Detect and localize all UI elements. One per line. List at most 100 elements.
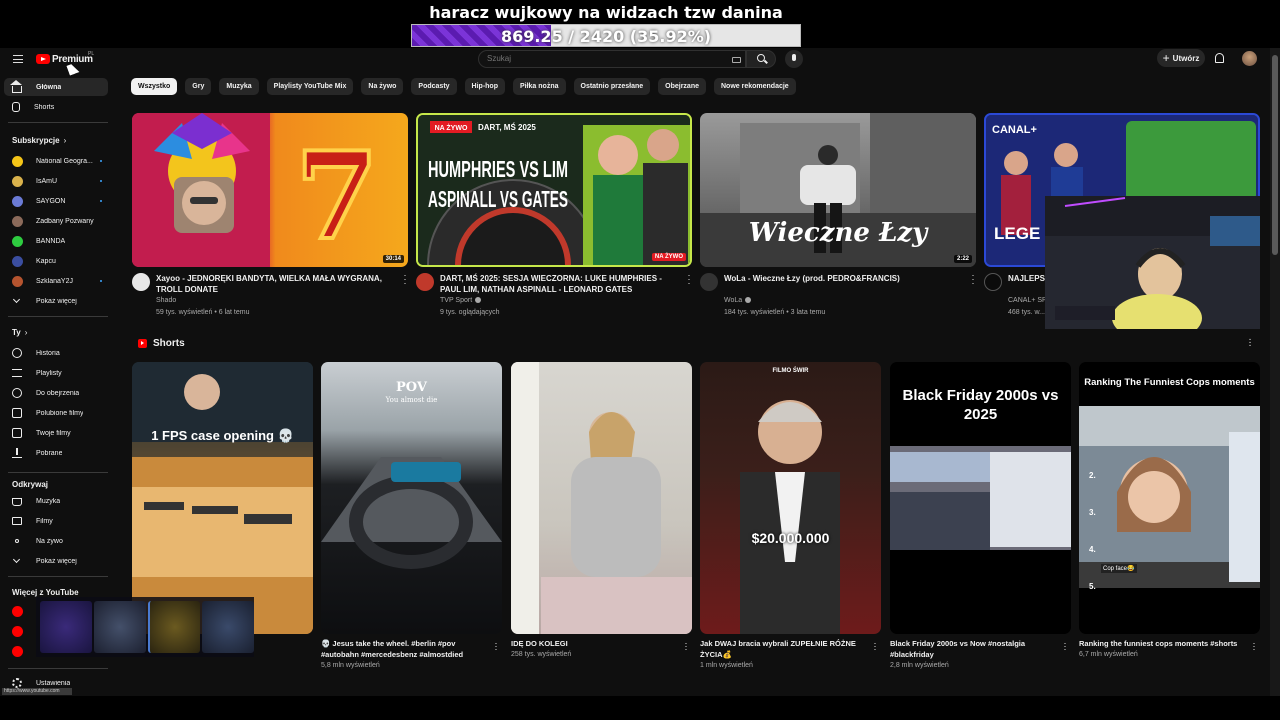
sidebar-subscription[interactable]: SAYGON <box>4 192 108 210</box>
more-options-icon[interactable]: · · · <box>402 271 408 288</box>
sidebar-item-home[interactable]: Główna <box>4 78 108 96</box>
filter-chip[interactable]: Na żywo <box>361 78 404 95</box>
short-title[interactable]: IDĘ DO KOLEGI <box>511 638 676 649</box>
channel-avatar[interactable] <box>132 273 150 291</box>
video-thumbnail[interactable]: Wieczne Łzy 2:22 <box>700 113 976 267</box>
more-options-icon[interactable]: · · · <box>1252 639 1256 654</box>
short-card[interactable]: FILMO ŚWIR $20.000.000 Jak DWAJ bracia w… <box>700 362 881 669</box>
video-thumbnail[interactable]: 7 30:14 <box>132 113 408 267</box>
event-label: DART, MŚ 2025 <box>478 123 536 132</box>
video-title[interactable]: Xayoo - JEDNORĘKI BANDYTA, WIELKA MAŁA W… <box>156 273 396 295</box>
sidebar-item-film[interactable]: Filmy <box>4 512 108 530</box>
channel-name[interactable]: Shado <box>156 297 176 304</box>
more-options-icon[interactable]: · · · <box>686 271 692 288</box>
video-thumbnail[interactable]: NA ŻYWO DART, MŚ 2025 HUMPHRIES VS LIM A… <box>416 113 692 267</box>
you-heading[interactable]: Ty › <box>12 328 27 337</box>
short-card[interactable]: Black Friday 2000s vs 2025 Black Friday … <box>890 362 1071 669</box>
filter-chip[interactable]: Muzyka <box>219 78 259 95</box>
thumbnail-caption: LEGE <box>994 224 1040 243</box>
more-options-icon[interactable]: · · · <box>684 639 688 654</box>
sidebar-subscription[interactable]: Kapcu <box>4 252 108 270</box>
sidebar-item-download[interactable]: Pobrane <box>4 444 108 462</box>
short-caption: POV <box>396 380 427 395</box>
youtube-logo[interactable]: Premium PL <box>36 51 94 65</box>
scrollbar-thumb[interactable] <box>1272 55 1278 255</box>
short-card[interactable]: IDĘ DO KOLEGI 258 tys. wyświetleń · · · <box>511 362 692 658</box>
short-title[interactable]: 💀 Jesus take the wheel. #berlin #pov #au… <box>321 638 486 660</box>
short-card[interactable]: Ranking The Funniest Cops moments 2. 3. … <box>1079 362 1260 658</box>
more-options-icon[interactable]: · · · <box>1063 639 1067 654</box>
sidebar-item-watch-later[interactable]: Do obejrzenia <box>4 384 108 402</box>
channel-avatar[interactable] <box>416 273 434 291</box>
create-button[interactable]: + Utwórz <box>1157 49 1205 67</box>
filter-chip[interactable]: Hip-hop <box>464 78 505 95</box>
short-title[interactable]: Jak DWAJ bracia wybrali ZUPEŁNIE RÓŻNE Ż… <box>700 638 865 660</box>
channel-avatar[interactable] <box>700 273 718 291</box>
filter-chip[interactable]: Gry <box>185 78 212 95</box>
filter-chip[interactable]: Obejrzane <box>658 78 706 95</box>
verified-icon <box>475 297 482 303</box>
show-more-explore[interactable]: Pokaż więcej <box>4 552 108 570</box>
video-title[interactable]: WoLa - Wieczne Łzy (prod. PEDRO&FRANCIS) <box>724 273 964 284</box>
sidebar-item-label: Historia <box>36 349 60 357</box>
sidebar-item-shorts[interactable]: Shorts <box>4 98 108 116</box>
search-button[interactable] <box>746 50 776 68</box>
video-card[interactable]: NA ŻYWO DART, MŚ 2025 HUMPHRIES VS LIM A… <box>416 113 692 316</box>
short-card[interactable]: 1 FPS case opening 💀 <box>132 362 313 634</box>
short-card[interactable]: POV You almost die 💀 Jesus take the whee… <box>321 362 502 669</box>
sidebar-item-live[interactable]: Na żywo <box>4 532 108 550</box>
filter-chip[interactable]: Playlisty YouTube Mix <box>266 78 354 95</box>
search-input[interactable] <box>487 54 707 63</box>
sidebar-item-label: IsAmU <box>36 177 57 185</box>
sidebar-item-music[interactable]: Muzyka <box>4 492 108 510</box>
short-title[interactable]: Ranking the funniest cops moments #short… <box>1079 638 1244 649</box>
short-title[interactable]: Black Friday 2000s vs Now #nostalgia #bl… <box>890 638 1055 660</box>
youtube-icon <box>12 605 23 617</box>
filter-chip[interactable]: Podcasty <box>411 78 457 95</box>
new-content-dot <box>100 280 102 282</box>
channel-name[interactable]: WoLa <box>724 297 752 304</box>
voice-search-icon[interactable] <box>785 50 803 68</box>
short-thumbnail[interactable] <box>511 362 692 634</box>
channel-avatar[interactable] <box>984 273 1002 291</box>
short-thumbnail[interactable]: Black Friday 2000s vs 2025 <box>890 362 1071 634</box>
short-thumbnail[interactable]: Ranking The Funniest Cops moments 2. 3. … <box>1079 362 1260 634</box>
video-meta: 59 tys. wyświetleń • 6 lat temu <box>156 309 250 316</box>
sidebar-item-your-videos[interactable]: Twoje filmy <box>4 424 108 442</box>
search-icon <box>757 54 765 62</box>
filter-chip[interactable]: Ostatnio przesłane <box>573 78 651 95</box>
short-thumbnail[interactable]: 1 FPS case opening 💀 <box>132 362 313 634</box>
menu-icon[interactable] <box>13 55 23 63</box>
sidebar-subscription[interactable]: IsAmU <box>4 172 108 190</box>
channel-name[interactable]: TVP Sport <box>440 297 482 304</box>
sidebar-subscription[interactable]: BANNDA <box>4 232 108 250</box>
film-icon <box>12 517 22 525</box>
video-title[interactable]: DART, MŚ 2025: SESJA WIECZORNA: LUKE HUM… <box>440 273 680 295</box>
sidebar-item-like[interactable]: Polubione filmy <box>4 404 108 422</box>
sidebar-item-playlist[interactable]: Playlisty <box>4 364 108 382</box>
short-thumbnail[interactable]: FILMO ŚWIR $20.000.000 <box>700 362 881 634</box>
sidebar-subscription[interactable]: SzklanaY2J <box>4 272 108 290</box>
short-caption: $20.000.000 <box>751 530 830 546</box>
avatar[interactable] <box>1242 51 1257 66</box>
sidebar-subscription[interactable]: Zadbany Pozwany <box>4 212 108 230</box>
shorts-section-header: Shorts <box>138 338 185 349</box>
video-card[interactable]: Wieczne Łzy 2:22 WoLa - Wieczne Łzy (pro… <box>700 113 976 316</box>
more-options-icon[interactable]: · · · <box>494 639 498 654</box>
search-box[interactable] <box>478 50 746 68</box>
more-options-icon[interactable]: · · · <box>1248 335 1252 351</box>
more-options-icon[interactable]: · · · <box>970 271 976 288</box>
more-options-icon[interactable]: · · · <box>873 639 877 654</box>
filter-chip[interactable]: Wszystko <box>131 78 178 95</box>
filter-chip[interactable]: Nowe rekomendacje <box>714 78 796 95</box>
short-thumbnail[interactable]: POV You almost die <box>321 362 502 634</box>
sidebar-item-history[interactable]: Historia <box>4 344 108 362</box>
show-more-subscriptions[interactable]: Pokaż więcej <box>4 292 108 310</box>
video-card[interactable]: 7 30:14 Xayoo - JEDNORĘKI BANDYTA, WIELK… <box>132 113 408 316</box>
sidebar-subscription[interactable]: National Geogra... <box>4 152 108 170</box>
notifications-icon[interactable] <box>1215 53 1224 63</box>
keyboard-icon[interactable] <box>732 57 741 63</box>
filter-chip[interactable]: Piłka nożna <box>512 78 566 95</box>
subscriptions-heading[interactable]: Subskrypcje › <box>12 136 66 145</box>
inventory-overlay <box>36 597 254 657</box>
